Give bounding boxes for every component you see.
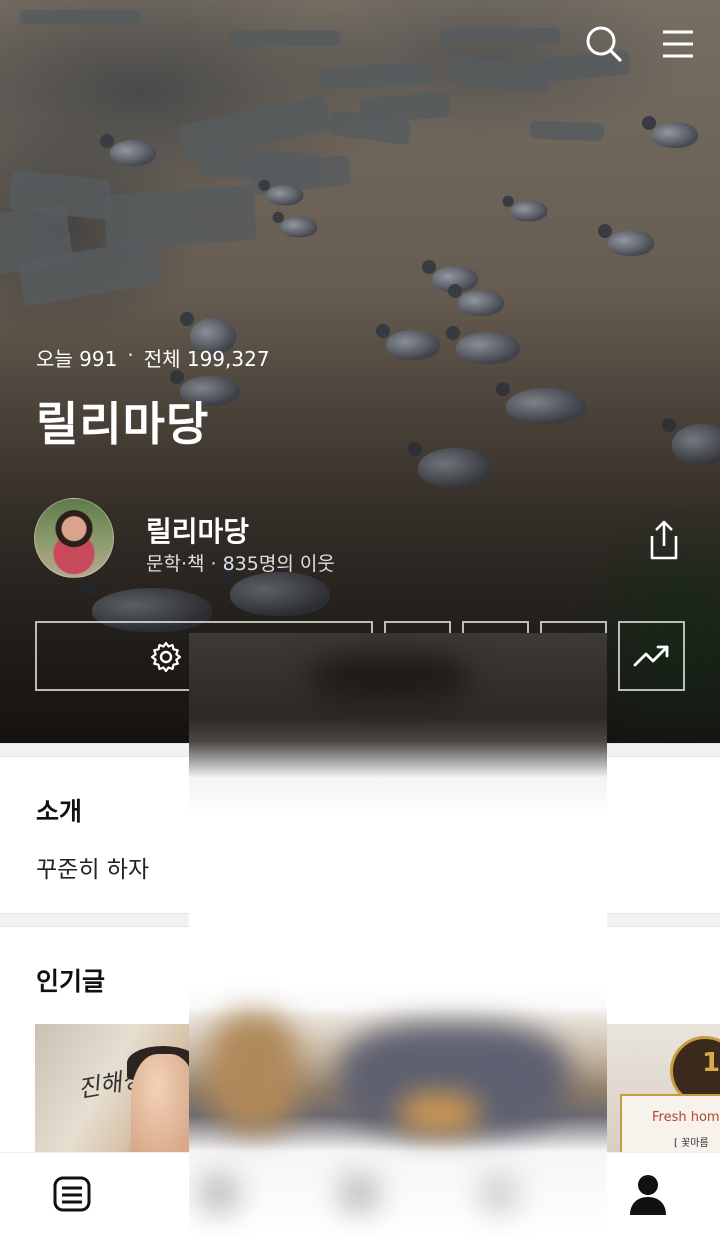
profile-name[interactable]: 릴리마당 <box>146 510 249 550</box>
statistics-button[interactable] <box>618 621 685 691</box>
feed-tab[interactable] <box>52 1174 92 1214</box>
popular-post-thumbnail[interactable]: 10 Fresh home [ 꽃마름 <box>606 1024 720 1152</box>
my-tab[interactable] <box>628 1173 668 1217</box>
gear-icon <box>150 641 182 673</box>
visitor-stats: 오늘 991 · 전체 199,327 <box>36 343 270 372</box>
blur-blob <box>199 1173 239 1213</box>
thumbnail-sign-subtext: [ 꽃마름 <box>674 1138 709 1149</box>
blur-blob <box>399 1093 479 1133</box>
today-count: 오늘 991 <box>36 347 118 371</box>
menu-button[interactable] <box>658 24 698 64</box>
blur-blob <box>209 1013 299 1133</box>
trending-icon <box>633 645 668 667</box>
total-count: 전체 199,327 <box>143 347 270 371</box>
thumbnail-sign-text: Fresh home <box>652 1110 720 1125</box>
blog-cover-image: 오늘 991 · 전체 199,327 릴리마당 릴리마당 문학·책 · 835… <box>0 0 720 743</box>
share-icon <box>650 520 678 560</box>
intro-text: 꾸준히 하자 <box>36 857 150 883</box>
blur-blob <box>339 1173 379 1213</box>
feed-icon <box>53 1176 91 1212</box>
profile-subtitle: 문학·책 · 835명의 이웃 <box>146 553 335 575</box>
menu-icon <box>663 30 693 58</box>
blog-title: 릴리마당 <box>36 397 210 451</box>
blur-blob <box>309 653 469 703</box>
blur-blob <box>479 1173 519 1213</box>
user-icon <box>630 1175 666 1215</box>
top-toolbar <box>584 24 698 64</box>
search-button[interactable] <box>584 24 624 64</box>
stats-separator: · <box>127 343 134 367</box>
blurred-region <box>189 633 607 1236</box>
avatar[interactable] <box>34 498 114 578</box>
thumbnail-number: 10 <box>702 1048 720 1078</box>
thumbnail-face <box>131 1054 190 1152</box>
search-icon <box>586 26 622 62</box>
share-button[interactable] <box>644 518 684 562</box>
popular-post-thumbnail[interactable]: 진해성 <box>35 1024 190 1152</box>
popular-heading: 인기글 <box>36 967 106 996</box>
intro-heading: 소개 <box>36 797 83 826</box>
